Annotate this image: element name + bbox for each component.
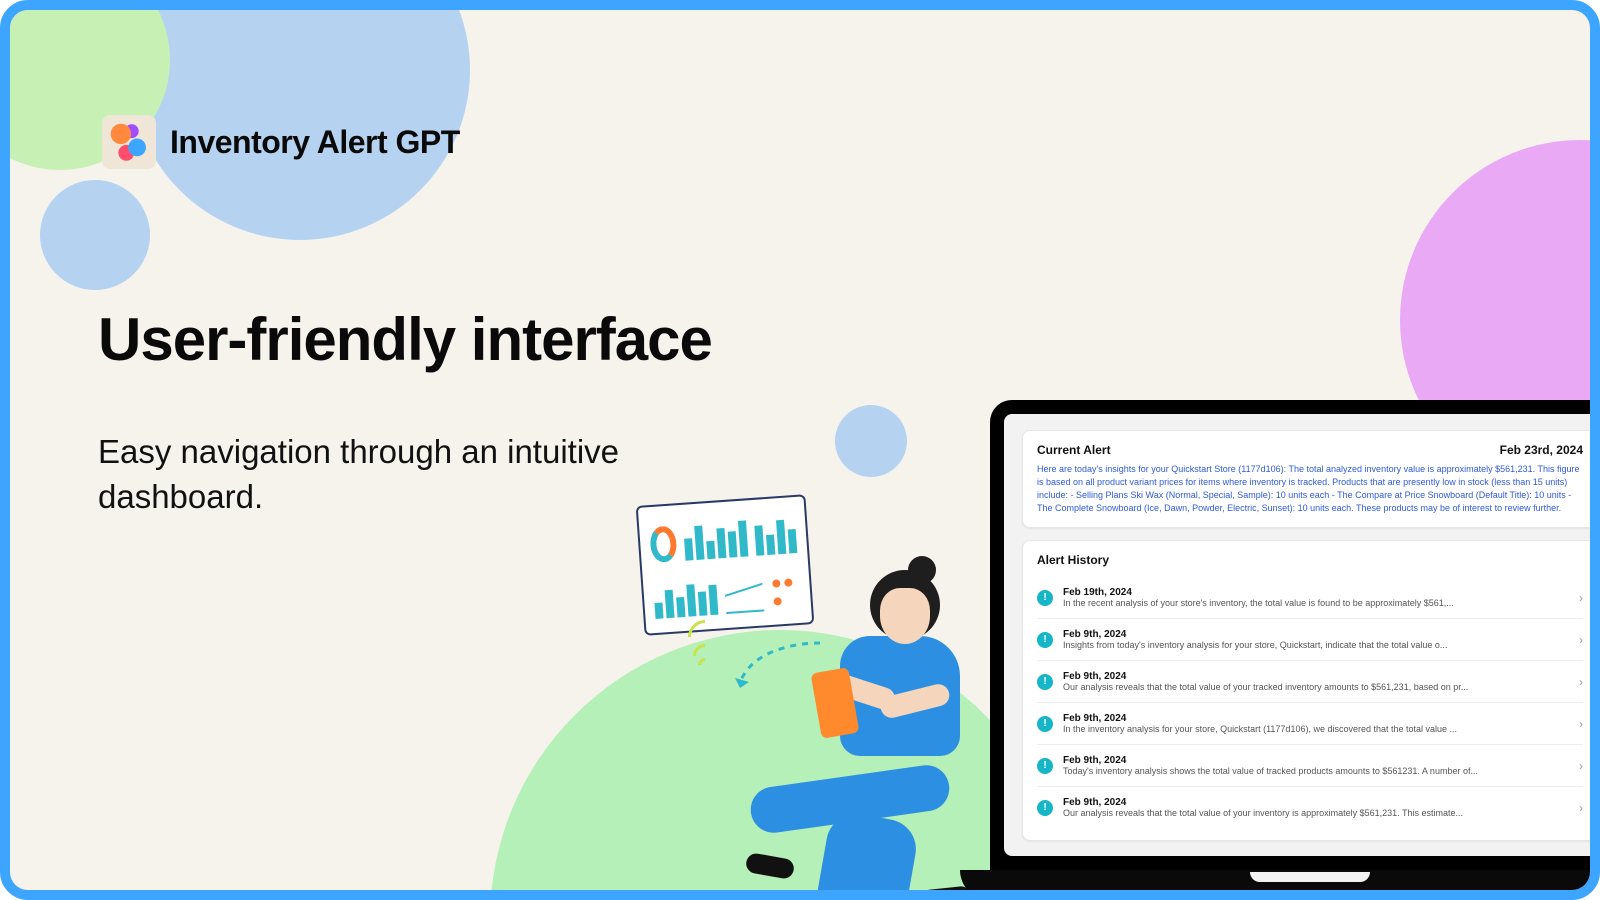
current-alert-body: Here are today's insights for your Quick… xyxy=(1037,463,1583,515)
alert-history-text: Feb 9th, 2024In the inventory analysis f… xyxy=(1063,713,1569,734)
alert-history-text: Feb 9th, 2024Today's inventory analysis … xyxy=(1063,755,1569,776)
chevron-right-icon: › xyxy=(1579,591,1583,605)
decor-circle xyxy=(835,405,907,477)
alert-history-item[interactable]: ! Feb 9th, 2024Insights from today's inve… xyxy=(1037,618,1583,660)
signal-icon xyxy=(688,620,722,662)
decor-circle xyxy=(40,180,150,290)
alert-history-text: Feb 9th, 2024Our analysis reveals that t… xyxy=(1063,797,1569,818)
page-headline: User-friendly interface xyxy=(98,305,712,374)
alert-history-date: Feb 9th, 2024 xyxy=(1063,671,1569,682)
alert-history-item[interactable]: ! Feb 9th, 2024Our analysis reveals that … xyxy=(1037,660,1583,702)
person-illustration xyxy=(730,570,990,900)
current-alert-title: Current Alert xyxy=(1037,443,1111,457)
alert-history-item[interactable]: ! Feb 9th, 2024Today's inventory analysis… xyxy=(1037,744,1583,786)
alert-history-title: Alert History xyxy=(1037,553,1583,567)
laptop-base xyxy=(960,870,1600,900)
chevron-right-icon: › xyxy=(1579,675,1583,689)
alert-history-snippet: Our analysis reveals that the total valu… xyxy=(1063,682,1569,692)
laptop-bezel: Current Alert Feb 23rd, 2024 Here are to… xyxy=(990,400,1600,870)
alert-history-item[interactable]: ! Feb 9th, 2024In the inventory analysis … xyxy=(1037,702,1583,744)
current-alert-date: Feb 23rd, 2024 xyxy=(1500,443,1583,457)
info-icon: ! xyxy=(1037,674,1053,690)
alert-history-list: ! Feb 19th, 2024In the recent analysis of… xyxy=(1037,577,1583,828)
alert-history-item[interactable]: ! Feb 9th, 2024Our analysis reveals that … xyxy=(1037,786,1583,828)
alert-history-text: Feb 9th, 2024Our analysis reveals that t… xyxy=(1063,671,1569,692)
alert-history-snippet: In the inventory analysis for your store… xyxy=(1063,724,1569,734)
chevron-right-icon: › xyxy=(1579,633,1583,647)
alert-history-date: Feb 9th, 2024 xyxy=(1063,797,1569,808)
info-icon: ! xyxy=(1037,632,1053,648)
alert-history-card: Alert History ! Feb 19th, 2024In the rece… xyxy=(1022,540,1598,841)
alert-history-date: Feb 9th, 2024 xyxy=(1063,755,1569,766)
dashboard-screen: Current Alert Feb 23rd, 2024 Here are to… xyxy=(1004,414,1600,856)
alert-history-date: Feb 9th, 2024 xyxy=(1063,713,1569,724)
bar-chart-icon xyxy=(653,575,719,619)
info-icon: ! xyxy=(1037,716,1053,732)
alert-history-date: Feb 19th, 2024 xyxy=(1063,587,1569,598)
alert-history-snippet: Our analysis reveals that the total valu… xyxy=(1063,808,1569,818)
current-alert-card: Current Alert Feb 23rd, 2024 Here are to… xyxy=(1022,430,1598,528)
laptop-mockup: Current Alert Feb 23rd, 2024 Here are to… xyxy=(990,400,1600,900)
chevron-right-icon: › xyxy=(1579,717,1583,731)
chevron-right-icon: › xyxy=(1579,759,1583,773)
hero-illustration xyxy=(630,490,990,900)
alert-history-date: Feb 9th, 2024 xyxy=(1063,629,1569,640)
info-icon: ! xyxy=(1037,590,1053,606)
alert-history-text: Feb 19th, 2024In the recent analysis of … xyxy=(1063,587,1569,608)
bar-chart-icon xyxy=(754,513,798,556)
alert-history-item[interactable]: ! Feb 19th, 2024In the recent analysis of… xyxy=(1037,577,1583,618)
alert-history-snippet: Insights from today's inventory analysis… xyxy=(1063,640,1569,650)
brand-name: Inventory Alert GPT xyxy=(170,124,460,161)
info-icon: ! xyxy=(1037,800,1053,816)
brand-logo-icon xyxy=(102,115,156,169)
donut-chart-icon xyxy=(649,525,677,563)
alert-history-snippet: Today's inventory analysis shows the tot… xyxy=(1063,766,1569,776)
chevron-right-icon: › xyxy=(1579,801,1583,815)
info-icon: ! xyxy=(1037,758,1053,774)
bar-chart-icon xyxy=(683,516,749,560)
alert-history-text: Feb 9th, 2024Insights from today's inven… xyxy=(1063,629,1569,650)
alert-history-snippet: In the recent analysis of your store's i… xyxy=(1063,598,1569,608)
brand: Inventory Alert GPT xyxy=(102,115,460,169)
promo-frame: Inventory Alert GPT User-friendly interf… xyxy=(0,0,1600,900)
